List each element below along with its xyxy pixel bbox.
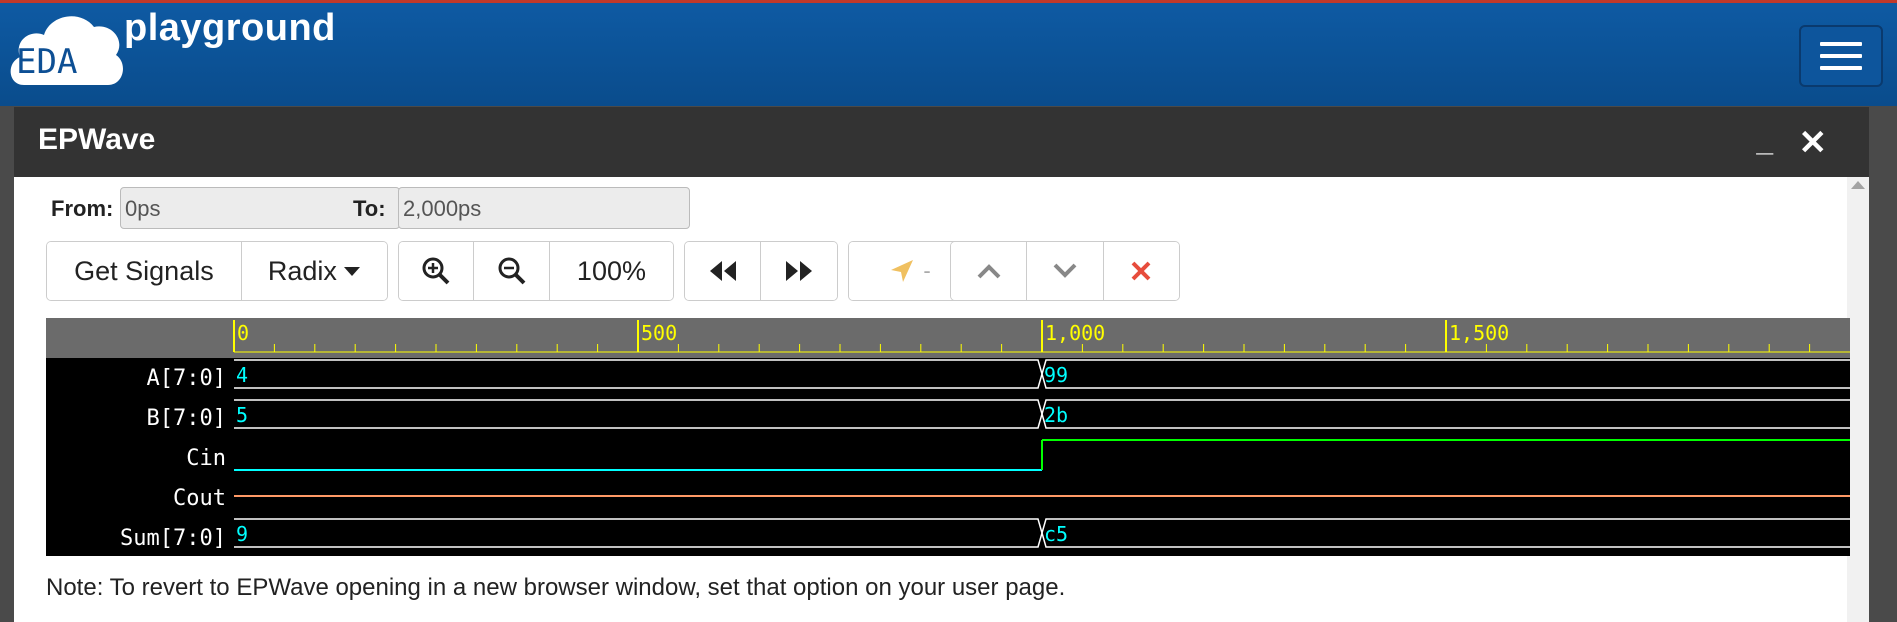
scrollbar[interactable] — [1847, 177, 1869, 622]
bus-value: 9 — [236, 522, 248, 546]
delete-x-icon[interactable] — [1103, 242, 1179, 300]
signal-name-a[interactable]: A[7:0] — [147, 366, 226, 391]
signal-name-cout[interactable]: Cout — [173, 486, 226, 511]
close-button[interactable]: ✕ — [1799, 123, 1828, 163]
radix-label: Radix — [267, 255, 337, 286]
chevron-down-icon[interactable] — [1027, 242, 1104, 300]
top-navbar: EDA playground — [0, 0, 1897, 106]
signal-cin-wave[interactable] — [234, 439, 1850, 471]
signal-sum-wave[interactable]: 9 c5 — [234, 518, 1850, 548]
location-arrow-icon — [891, 260, 914, 282]
eda-logo-cloud[interactable]: EDA — [6, 11, 128, 87]
minimize-button[interactable]: _ — [1756, 125, 1773, 159]
dialog-header: EPWave _ ✕ — [14, 107, 1869, 177]
cursor-value: - — [923, 258, 931, 283]
signal-name-b[interactable]: B[7:0] — [147, 406, 226, 431]
hamburger-menu-icon[interactable] — [1799, 25, 1883, 87]
signal-name-cin[interactable]: Cin — [186, 446, 226, 471]
to-label: To: — [353, 196, 386, 221]
bus-value: 5 — [236, 403, 248, 427]
edge-nav-group — [684, 241, 838, 301]
radix-dropdown[interactable]: Radix — [241, 242, 387, 300]
waveform-panel[interactable]: 0 500 1,000 1,500 4 99 5 2b 9 c5 A[7:0] … — [46, 318, 1850, 556]
zoom-level[interactable]: 100% — [549, 242, 673, 300]
tick-label: 0 — [237, 321, 249, 345]
caret-down-icon — [343, 267, 360, 276]
note-text: Note: To revert to EPWave opening in a n… — [46, 574, 1066, 601]
signal-order-group — [950, 241, 1180, 301]
get-signals-button[interactable]: Get Signals — [47, 242, 242, 300]
bus-value: c5 — [1044, 522, 1068, 546]
rewind-icon[interactable] — [685, 242, 761, 300]
to-input[interactable]: 2,000ps — [398, 187, 690, 229]
dialog-title: EPWave — [38, 123, 156, 156]
zoom-out-icon[interactable] — [474, 242, 550, 300]
fast-forward-icon[interactable] — [761, 242, 837, 300]
from-label: From: — [51, 196, 114, 221]
signal-name-sum[interactable]: Sum[7:0] — [120, 526, 226, 551]
signal-a-wave[interactable]: 4 99 — [234, 359, 1850, 389]
zoom-in-icon[interactable] — [399, 242, 475, 300]
zoom-group: 100% — [398, 241, 674, 301]
waveform-canvas[interactable]: 0 500 1,000 1,500 4 99 5 2b 9 c5 — [46, 318, 1850, 556]
brand-name[interactable]: playground — [124, 7, 336, 50]
signals-group: Get Signals Radix — [46, 241, 388, 301]
scroll-up-icon[interactable] — [1851, 181, 1865, 189]
tick-label: 1,000 — [1045, 321, 1105, 345]
logo-text: EDA — [16, 42, 77, 82]
signal-b-wave[interactable]: 5 2b — [234, 399, 1850, 429]
bus-value: 4 — [236, 363, 248, 387]
tick-label: 500 — [641, 321, 677, 345]
bus-value: 2b — [1044, 403, 1068, 427]
chevron-up-icon[interactable] — [951, 242, 1028, 300]
bus-value: 99 — [1044, 363, 1068, 387]
tick-label: 1,500 — [1449, 321, 1509, 345]
